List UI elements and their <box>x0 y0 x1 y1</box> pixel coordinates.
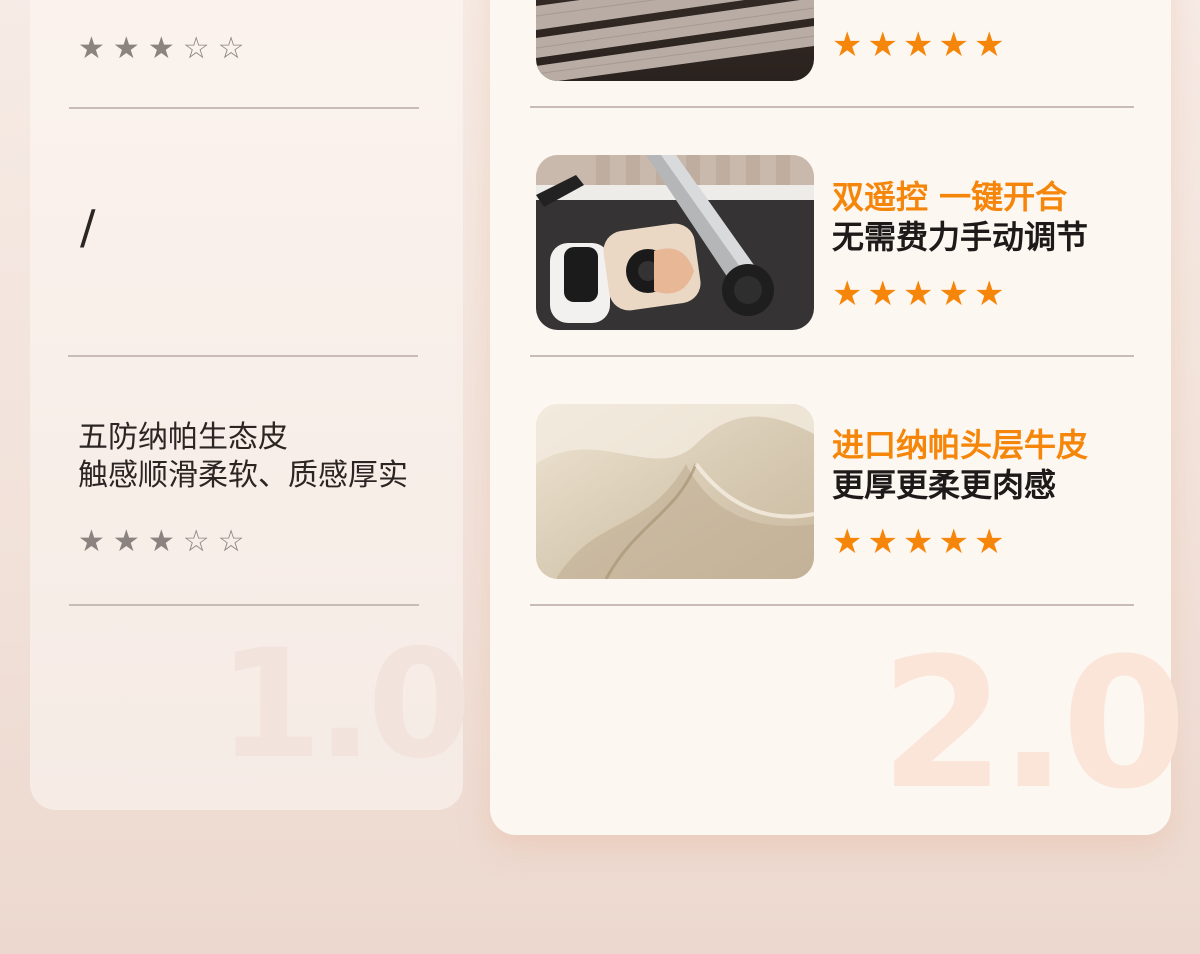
star-icon: ★ <box>867 522 903 562</box>
star-icon: ★ <box>973 274 1010 314</box>
rating-stars-right-2: ★★★★★ <box>832 277 1009 311</box>
star-icon: ★ <box>938 274 974 314</box>
rating-stars-right-1: ★★★★★ <box>832 28 1009 62</box>
left-row-2-text: / <box>80 200 96 254</box>
star-icon: ★ <box>902 25 939 65</box>
divider <box>69 604 419 606</box>
divider <box>530 106 1134 108</box>
rating-stars-left-3: ★★★☆☆ <box>78 527 253 557</box>
version-label-right: 2.0 <box>880 620 1187 829</box>
star-icon: ★ <box>973 522 1010 562</box>
star-icon: ★ <box>902 522 939 562</box>
star-empty-icon: ☆ <box>217 31 253 66</box>
star-icon: ★ <box>78 31 113 66</box>
feature-subtitle-2: 无需费力手动调节 <box>832 218 1089 256</box>
left-row-3-line-1: 五防纳帕生态皮 <box>78 420 288 455</box>
divider <box>68 355 418 357</box>
star-icon: ★ <box>973 25 1010 65</box>
star-icon: ★ <box>78 524 113 559</box>
star-icon: ★ <box>832 522 868 562</box>
star-icon: ★ <box>832 25 868 65</box>
feature-title-3: 进口纳帕头层牛皮 <box>832 426 1089 464</box>
slatted-bed-frame-photo <box>536 0 814 81</box>
left-row-3-line-2: 触感顺滑柔软、质感厚实 <box>78 458 408 493</box>
star-icon: ★ <box>938 25 974 65</box>
star-icon: ★ <box>902 274 939 314</box>
feature-subtitle-3: 更厚更柔更肉感 <box>832 466 1057 504</box>
star-icon: ★ <box>832 274 868 314</box>
star-empty-icon: ☆ <box>217 524 253 559</box>
feature-title-2: 双遥控 一键开合 <box>832 178 1068 216</box>
rating-stars-right-3: ★★★★★ <box>832 525 1009 559</box>
star-icon: ★ <box>112 524 148 559</box>
star-empty-icon: ☆ <box>182 31 218 66</box>
star-icon: ★ <box>112 31 148 66</box>
star-icon: ★ <box>147 31 183 66</box>
rating-stars-left-1: ★★★☆☆ <box>78 34 253 64</box>
star-icon: ★ <box>147 524 183 559</box>
star-icon: ★ <box>867 25 903 65</box>
remote-control-mechanism-photo <box>536 155 814 330</box>
version-label-left: 1.0 <box>218 618 472 792</box>
divider <box>530 355 1134 357</box>
star-empty-icon: ☆ <box>182 524 218 559</box>
star-icon: ★ <box>867 274 903 314</box>
leather-texture-photo <box>536 404 814 579</box>
divider <box>69 107 419 109</box>
star-icon: ★ <box>938 522 974 562</box>
divider <box>530 604 1134 606</box>
